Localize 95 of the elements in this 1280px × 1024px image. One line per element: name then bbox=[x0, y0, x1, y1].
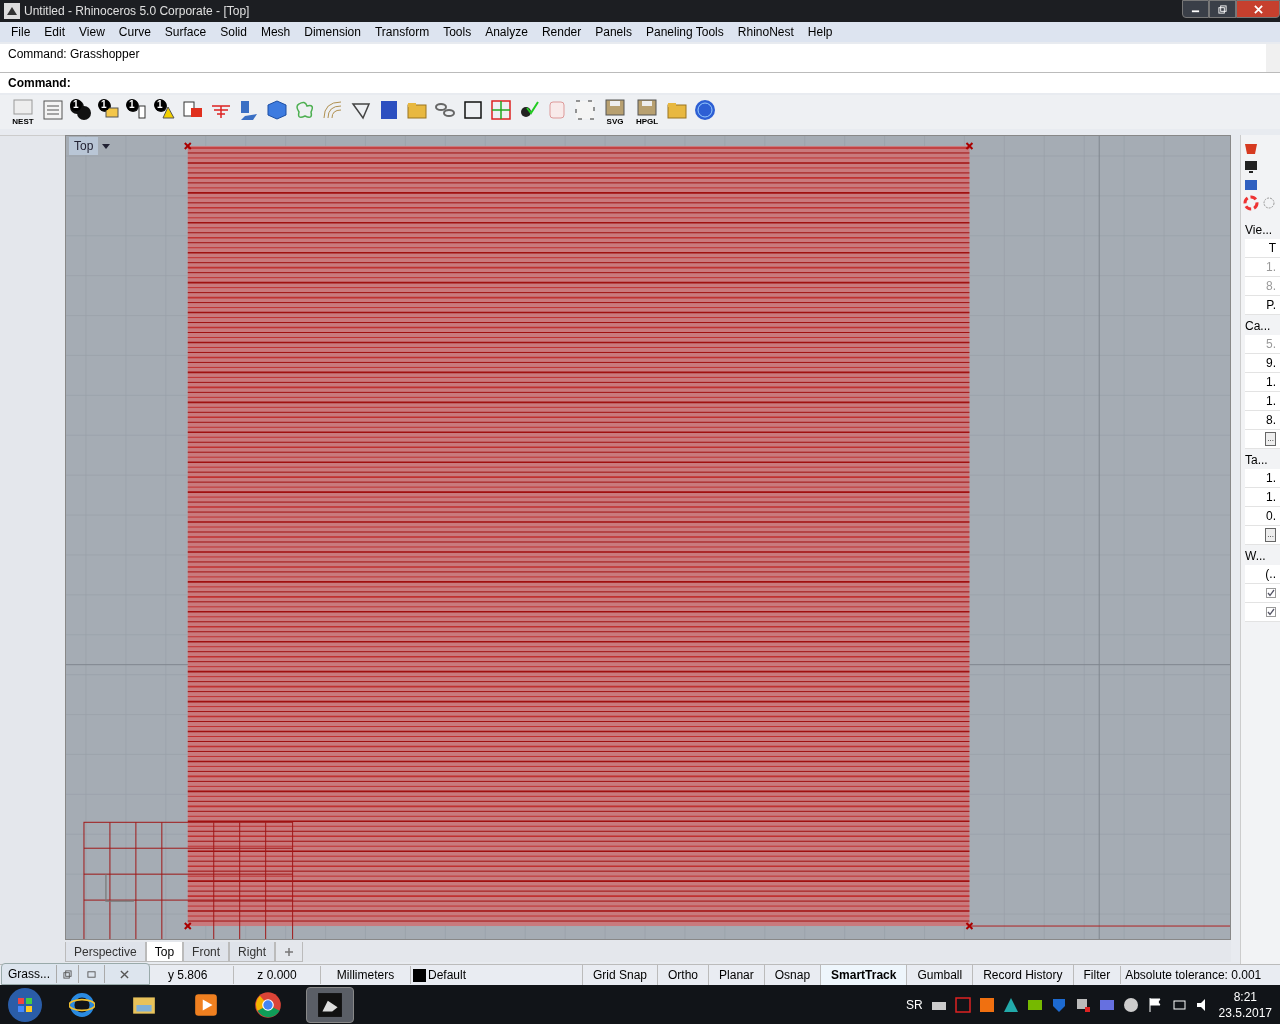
command-label: Command: bbox=[7, 75, 72, 92]
toolbar-button[interactable]: 1 bbox=[152, 98, 178, 126]
ellipsis-button[interactable]: ... bbox=[1265, 528, 1276, 542]
menu-item[interactable]: RhinoNest bbox=[730, 23, 801, 41]
dropdown-icon[interactable] bbox=[102, 142, 111, 150]
menu-item[interactable]: Surface bbox=[157, 23, 214, 41]
close-icon bbox=[1253, 4, 1263, 14]
clock-time: 8:21 bbox=[1233, 988, 1257, 1005]
ellipsis-button[interactable]: ... bbox=[1265, 432, 1276, 446]
toolbar-button[interactable]: 1 bbox=[68, 98, 94, 126]
property-value: 0. bbox=[1266, 508, 1276, 525]
restore-button[interactable] bbox=[1209, 0, 1236, 18]
play-icon bbox=[193, 991, 219, 1018]
menu-item[interactable]: Help bbox=[800, 23, 840, 41]
language-indicator[interactable]: SR bbox=[905, 995, 923, 1014]
toolbar-button[interactable]: NEST bbox=[8, 98, 38, 126]
toolbar-button[interactable]: HPGL bbox=[632, 98, 662, 126]
browser-e-icon bbox=[69, 991, 95, 1018]
dashed-icon bbox=[573, 98, 597, 122]
checkbox[interactable] bbox=[1266, 607, 1276, 617]
viewport-tab[interactable]: Top bbox=[145, 942, 184, 962]
menu-item[interactable]: Panels bbox=[588, 23, 639, 41]
property-value: 1. bbox=[1266, 489, 1276, 506]
minimize-button[interactable] bbox=[1182, 0, 1209, 18]
number-label: 1 bbox=[126, 99, 138, 111]
clock-date: 23.5.2017 bbox=[1218, 1004, 1272, 1021]
command-history: Command: Grasshopper bbox=[7, 46, 141, 63]
frame-icon bbox=[461, 98, 485, 122]
menu-item[interactable]: Analyze bbox=[478, 23, 535, 41]
menu-item[interactable]: Dimension bbox=[297, 23, 368, 41]
number-label: 1 bbox=[70, 99, 82, 111]
app-icon bbox=[4, 3, 20, 19]
section-title[interactable]: W... bbox=[1241, 545, 1280, 565]
property-value: 1. bbox=[1266, 470, 1276, 487]
menu-item[interactable]: Mesh bbox=[253, 23, 298, 41]
property-value: (.. bbox=[1265, 566, 1276, 583]
menu-item[interactable]: File bbox=[4, 23, 38, 41]
units-label: Millimeters bbox=[320, 966, 410, 984]
viewport-tab[interactable]: Right bbox=[229, 942, 276, 962]
status-toggle[interactable]: SmartTrack bbox=[820, 965, 907, 985]
floating-window-title[interactable]: Grass... bbox=[2, 965, 56, 983]
restore-icon bbox=[1218, 4, 1227, 14]
tolerance-label: Absolute tolerance: 0.001 bbox=[1120, 966, 1266, 984]
grid-icon bbox=[489, 98, 513, 122]
shield-icon[interactable] bbox=[1050, 996, 1067, 1013]
menu-item[interactable]: Transform bbox=[367, 23, 437, 41]
monitor-icon[interactable] bbox=[1243, 159, 1259, 175]
number-label: 1 bbox=[98, 99, 110, 111]
property-value: 1. bbox=[1266, 393, 1276, 410]
menu-item[interactable]: Paneling Tools bbox=[638, 23, 731, 41]
property-value: 1. bbox=[1266, 259, 1276, 276]
toolbar-button[interactable]: SVG bbox=[600, 98, 630, 126]
menu-item[interactable]: Render bbox=[534, 23, 589, 41]
color-wheel-icon[interactable] bbox=[1243, 195, 1259, 211]
menu-item[interactable]: Solid bbox=[213, 23, 254, 41]
close-button[interactable] bbox=[1236, 0, 1280, 18]
maximize-icon bbox=[87, 969, 96, 979]
corner-marker-icon bbox=[183, 142, 974, 930]
property-value: 5. bbox=[1266, 336, 1276, 353]
property-value: P. bbox=[1266, 297, 1276, 314]
taskbar-app[interactable] bbox=[306, 986, 354, 1023]
number-label: 1 bbox=[154, 99, 166, 111]
plus-icon bbox=[284, 946, 295, 957]
start-button[interactable] bbox=[8, 987, 42, 1022]
triangle-icon[interactable] bbox=[1002, 996, 1019, 1013]
toolbar-button[interactable]: 1 bbox=[96, 98, 122, 126]
scrollbar[interactable] bbox=[1266, 44, 1280, 72]
toolbar-button[interactable]: 1 bbox=[124, 98, 150, 126]
property-value: 8. bbox=[1266, 412, 1276, 429]
property-value: 9. bbox=[1266, 355, 1276, 372]
restore-icon bbox=[63, 969, 72, 979]
viewport-tab[interactable]: Front bbox=[183, 942, 230, 962]
close-icon bbox=[120, 969, 129, 979]
section-title[interactable]: Vie... bbox=[1241, 219, 1280, 239]
clock[interactable]: 8:21 23.5.2017 bbox=[1218, 988, 1272, 1021]
property-value: 8. bbox=[1266, 278, 1276, 295]
viewport-tab[interactable]: Perspective bbox=[65, 942, 146, 962]
section-title[interactable]: Ca... bbox=[1241, 315, 1280, 335]
list-icon bbox=[41, 98, 65, 122]
viewport-title[interactable]: Top bbox=[69, 137, 99, 155]
menu-item[interactable]: Tools bbox=[436, 23, 479, 41]
flag-icon[interactable] bbox=[1146, 996, 1163, 1013]
menu-item[interactable]: Edit bbox=[37, 23, 73, 41]
window-title: Untitled - Rhinoceros 5.0 Corporate - [Top] bbox=[24, 3, 250, 20]
y-coordinate: y 5.806 bbox=[168, 967, 209, 984]
checkbox[interactable] bbox=[1266, 588, 1276, 598]
section-title[interactable]: Ta... bbox=[1241, 449, 1280, 469]
layer-name[interactable]: Default bbox=[428, 966, 467, 984]
z-coordinate: z 0.000 bbox=[233, 966, 320, 984]
axis-icon bbox=[105, 873, 135, 902]
property-value: T bbox=[1268, 240, 1276, 257]
menu-item[interactable]: View bbox=[72, 23, 112, 41]
property-value: 1. bbox=[1266, 374, 1276, 391]
cube-icon bbox=[265, 98, 289, 122]
menu-item[interactable]: Curve bbox=[111, 23, 158, 41]
